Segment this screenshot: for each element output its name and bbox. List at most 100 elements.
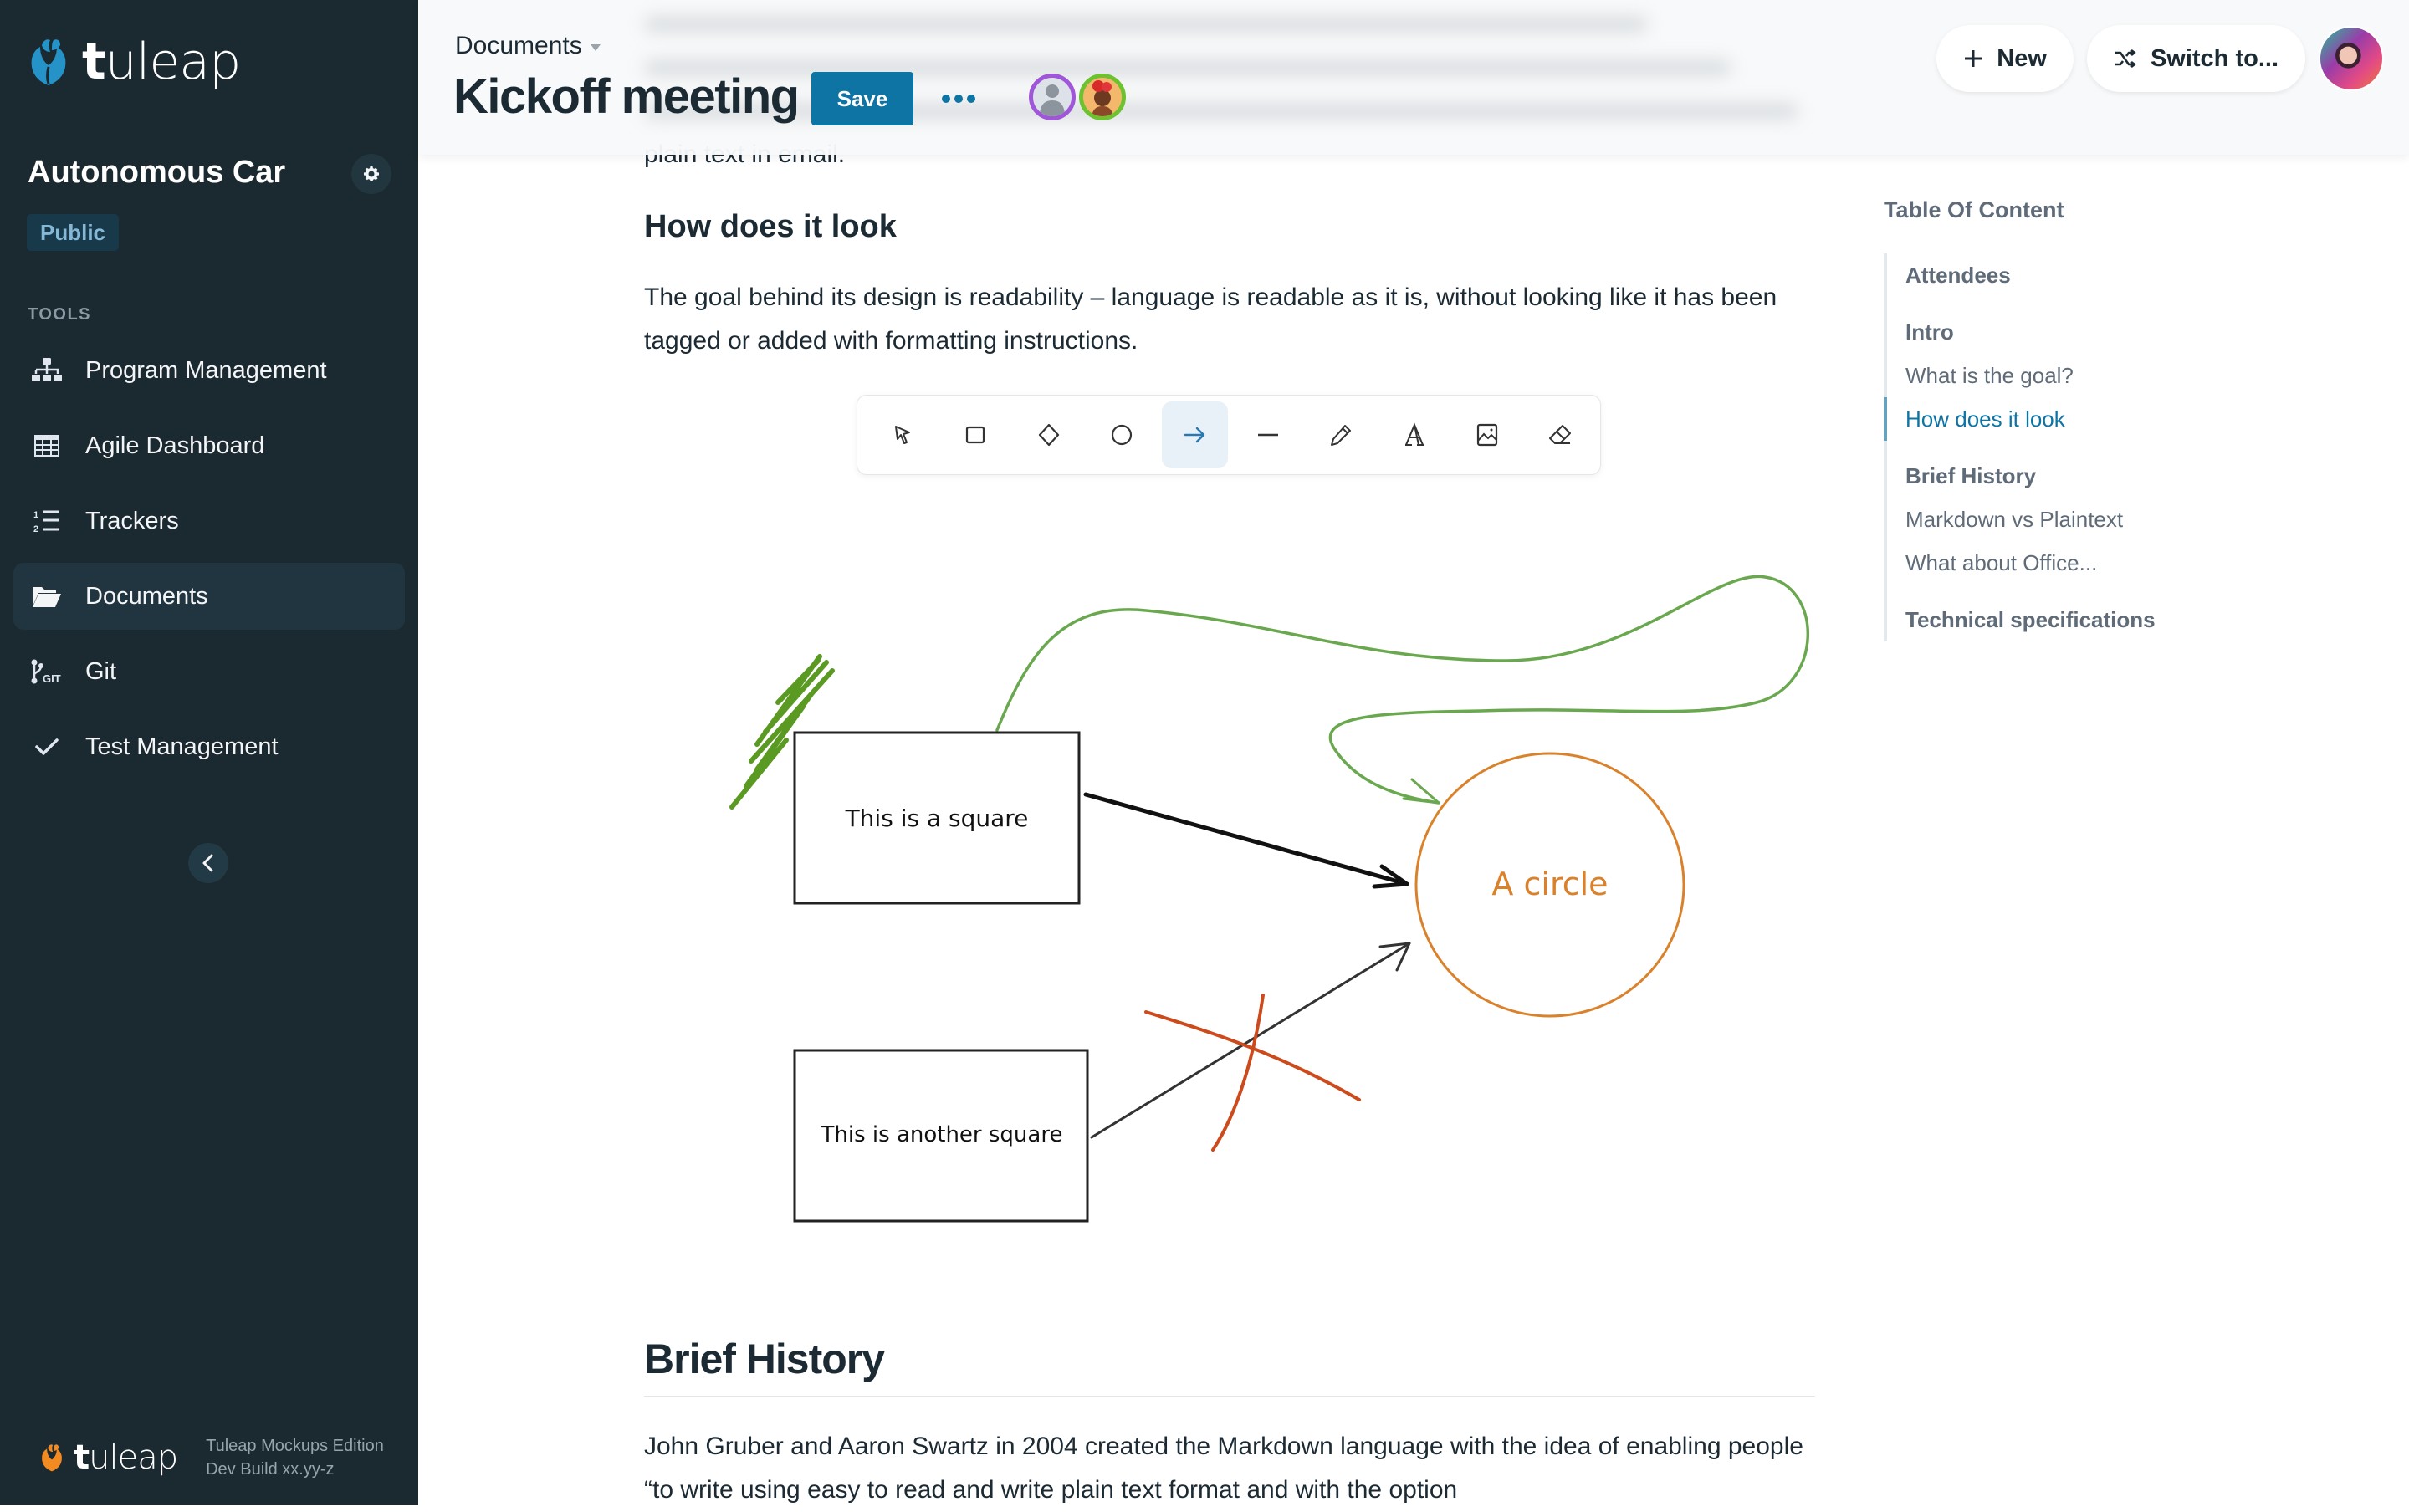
svg-text:1: 1	[33, 510, 38, 520]
drawing-canvas[interactable]: This is a square A circle This is anothe…	[644, 518, 1815, 1271]
tool-rectangle[interactable]	[942, 401, 1008, 468]
sitemap-icon	[30, 354, 64, 387]
table-icon	[30, 429, 64, 462]
plus-icon	[1963, 49, 1983, 69]
sidebar: tuleap Autonomous Car Public TOOLS Progr…	[0, 0, 418, 1505]
user-avatar[interactable]	[2319, 26, 2384, 91]
project-settings-button[interactable]	[351, 154, 391, 194]
tool-line[interactable]	[1235, 401, 1301, 468]
caret-down-icon	[590, 44, 601, 51]
toc-item-how-does-it-look[interactable]: How does it look	[1884, 397, 2319, 441]
tuleap-logo-icon	[31, 39, 66, 85]
square-label[interactable]: This is another square	[821, 1122, 1063, 1147]
tools-nav: Program Management Agile Dashboard 12 Tr…	[13, 337, 405, 789]
toc-item-attendees[interactable]: Attendees	[1905, 253, 2319, 297]
rectangle-icon	[966, 426, 985, 444]
sidebar-item-label: Program Management	[85, 356, 327, 384]
black-arrow-connector[interactable]	[1083, 792, 1409, 886]
list-ol-icon: 12	[30, 504, 64, 538]
page-title[interactable]: Kickoff meeting	[453, 69, 800, 125]
sidebar-footer: tuleap Tuleap Mockups Edition Dev Build …	[40, 1434, 384, 1481]
section-heading[interactable]: How does it look	[644, 209, 897, 245]
tool-ellipse[interactable]	[1088, 401, 1154, 468]
svg-text:GIT: GIT	[43, 672, 61, 684]
toc-item-what-is-the-goal[interactable]: What is the goal?	[1905, 354, 2319, 397]
diamond-icon	[1038, 423, 1059, 447]
tool-draw[interactable]	[1307, 401, 1373, 468]
section-paragraph[interactable]: John Gruber and Aaron Swartz in 2004 cre…	[644, 1425, 1815, 1512]
tool-image[interactable]	[1454, 401, 1520, 468]
image-icon	[1476, 423, 1498, 447]
svg-text:2: 2	[33, 524, 38, 534]
toc-item-brief-history[interactable]: Brief History	[1905, 454, 2319, 498]
toc-list: Attendees Intro What is the goal? How do…	[1884, 253, 2319, 641]
text-icon	[1404, 422, 1424, 446]
tool-arrow[interactable]	[1161, 401, 1229, 468]
tool-text[interactable]	[1381, 401, 1447, 468]
collaborators	[1029, 74, 1129, 120]
more-actions-button[interactable]	[937, 84, 980, 114]
heading-divider	[644, 1396, 1815, 1397]
eraser-icon	[1549, 425, 1572, 444]
avatar[interactable]	[1029, 74, 1076, 120]
collapse-sidebar-button[interactable]	[188, 843, 228, 883]
drawing-toolbar	[857, 395, 1601, 475]
table-of-content: Table Of Content Attendees Intro What is…	[1884, 197, 2319, 641]
square-label[interactable]: This is a square	[845, 805, 1029, 832]
tool-select[interactable]	[869, 401, 935, 468]
toc-item-markdown-vs-plaintext[interactable]: Markdown vs Plaintext	[1905, 498, 2319, 541]
switch-to-button[interactable]: Switch to...	[2086, 25, 2305, 92]
ellipsis-icon	[942, 94, 950, 103]
sidebar-item-git[interactable]: GIT Git	[13, 638, 405, 705]
section-heading-h2[interactable]: Brief History	[644, 1335, 885, 1383]
tuleap-logo[interactable]: tuleap	[28, 33, 241, 91]
folder-open-icon	[30, 580, 64, 613]
gear-icon	[364, 166, 379, 181]
build-info: Tuleap Mockups Edition Dev Build xx.yy-z	[206, 1434, 384, 1481]
save-button[interactable]: Save	[811, 72, 913, 125]
tool-eraser[interactable]	[1527, 401, 1593, 468]
check-icon	[30, 730, 64, 764]
user-photo-icon	[1083, 78, 1122, 116]
breadcrumb-documents[interactable]: Documents	[455, 32, 582, 60]
document-header: Documents Kickoff meeting Save New Switc…	[418, 0, 2409, 155]
tuleap-wordmark: tuleap	[82, 33, 241, 91]
breadcrumb[interactable]: Documents	[455, 32, 601, 60]
sidebar-item-label: Agile Dashboard	[85, 432, 265, 459]
sidebar-item-label: Documents	[85, 582, 208, 610]
new-button-label: New	[1997, 44, 2047, 72]
sidebar-item-documents[interactable]: Documents	[13, 563, 405, 630]
section-paragraph[interactable]: The goal behind its design is readabilit…	[644, 276, 1815, 363]
sidebar-item-test-management[interactable]: Test Management	[13, 713, 405, 780]
toc-item-technical-specifications[interactable]: Technical specifications	[1905, 598, 2319, 641]
edition-label: Tuleap Mockups Edition	[206, 1437, 384, 1455]
green-curve-connector[interactable]	[995, 575, 1810, 805]
pencil-icon	[1331, 425, 1352, 446]
toc-item-what-about-office[interactable]: What about Office...	[1905, 541, 2319, 585]
circle-label[interactable]: A circle	[1491, 866, 1608, 902]
tuleap-logo-orange-icon	[42, 1444, 62, 1472]
visibility-badge: Public	[27, 214, 120, 251]
cursor-icon	[894, 426, 910, 444]
new-button[interactable]: New	[1936, 25, 2074, 92]
sidebar-item-label: Test Management	[85, 733, 279, 760]
sidebar-item-program-management[interactable]: Program Management	[13, 337, 405, 404]
global-actions: New Switch to...	[1936, 25, 2409, 92]
avatar[interactable]	[1079, 74, 1126, 120]
arrow-right-icon	[1184, 427, 1205, 443]
toc-title: Table Of Content	[1884, 197, 2064, 222]
sidebar-item-label: Git	[85, 657, 117, 685]
project-name[interactable]: Autonomous Car	[28, 155, 285, 191]
footer-wordmark: tuleap	[74, 1438, 178, 1477]
document-content: plain text in email. How does it look Th…	[644, 0, 1815, 1505]
build-label: Dev Build xx.yy-z	[206, 1460, 335, 1479]
thin-arrow-connector[interactable]	[1090, 942, 1411, 1139]
user-silhouette-icon	[1040, 84, 1065, 116]
sidebar-item-agile-dashboard[interactable]: Agile Dashboard	[13, 412, 405, 479]
toc-item-intro[interactable]: Intro	[1905, 310, 2319, 354]
sidebar-item-trackers[interactable]: 12 Trackers	[13, 488, 405, 554]
red-cross-mark[interactable]	[1144, 994, 1361, 1152]
tool-diamond[interactable]	[1015, 401, 1082, 468]
sidebar-item-label: Trackers	[85, 507, 179, 534]
line-icon	[1257, 433, 1278, 437]
